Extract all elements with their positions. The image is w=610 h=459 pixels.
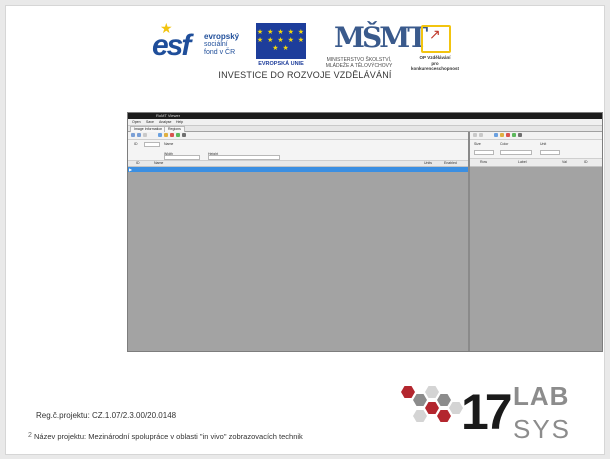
col-enabled[interactable]: Enabled (444, 161, 457, 166)
slide: ★ esf evropský sociální fond v ČR ★ ★ ★ … (5, 5, 605, 455)
label-size: Size (474, 142, 481, 146)
msmt-label: MINISTERSTVO ŠKOLSTVÍ, MLÁDEŽE A TĚLOVÝC… (325, 57, 393, 69)
right-toolbar (470, 132, 602, 140)
id-field[interactable] (144, 142, 160, 147)
col-name[interactable]: Name (154, 161, 163, 166)
arrow-icon: ↗ (429, 26, 441, 42)
lab-number: 17 (461, 384, 513, 440)
col-id[interactable]: ID (584, 160, 588, 165)
row-marker-icon: ▶ (129, 167, 133, 172)
col-row[interactable]: Row (480, 160, 487, 165)
label-name: Name (164, 142, 174, 146)
menu-item-save[interactable]: Save (146, 119, 154, 125)
msmt-mark: MŠMT (334, 21, 428, 54)
menu-item-help[interactable]: Help (176, 119, 183, 125)
left-toolbar (128, 132, 468, 140)
forward-icon[interactable] (137, 133, 141, 137)
app-window: RoMT Viewer Open Save Analyse Help Image… (127, 112, 603, 352)
hexagon-icon (425, 386, 439, 398)
back-icon[interactable] (131, 133, 135, 137)
color-field[interactable] (500, 150, 532, 155)
save-icon[interactable] (176, 133, 180, 137)
forward-icon[interactable] (479, 133, 483, 137)
esf-logo: ★ esf evropský sociální fond v ČR (152, 21, 246, 71)
delete-icon[interactable] (506, 133, 510, 137)
add-icon[interactable] (494, 133, 498, 137)
eu-label: EVROPSKÁ UNIE (258, 61, 304, 67)
page-number: 2 (28, 432, 32, 439)
hexagon-icon (437, 394, 451, 406)
left-pane: ID Name Width Height ID Name Units Enabl… (128, 132, 470, 351)
save-icon[interactable] (512, 133, 516, 137)
menu-item-open[interactable]: Open (132, 119, 141, 125)
esf-text: evropský sociální fond v ČR (204, 32, 240, 57)
col-val[interactable]: Val (562, 160, 567, 165)
delete-icon[interactable] (170, 133, 174, 137)
label-id: ID (134, 142, 138, 146)
op-logo: ↗ OP Vzdělávání pro konkurenceschopnost (407, 25, 463, 71)
add-icon[interactable] (158, 133, 162, 137)
lab-word: LAB (513, 381, 570, 411)
size-field[interactable] (474, 150, 494, 155)
height-field[interactable] (208, 155, 280, 160)
refresh-icon[interactable] (182, 133, 186, 137)
app-tabs: Image Information Regions (128, 126, 602, 132)
hexagon-icon (413, 394, 427, 406)
esf-mark: esf (152, 29, 191, 62)
width-field[interactable] (164, 155, 200, 160)
label-color: Color (500, 142, 509, 146)
tagline: INVESTICE DO ROZVOJE VZDĚLÁVÁNÍ (218, 70, 392, 80)
lab-sys-logo: 17 LAB SYS (395, 380, 595, 450)
col-units[interactable]: Units (424, 161, 432, 166)
refresh-icon[interactable] (518, 133, 522, 137)
project-registration: Reg.č.projektu: CZ.1.07/2.3.00/20.0148 (36, 411, 177, 420)
hexagon-icon (401, 386, 415, 398)
app-menubar: Open Save Analyse Help (128, 119, 602, 126)
hexagon-icon (425, 402, 439, 414)
folder-icon[interactable] (164, 133, 168, 137)
sys-word: SYS (513, 414, 572, 444)
page-icon[interactable] (143, 133, 147, 137)
eu-logo: ★ ★ ★ ★ ★ ★ ★ ★ ★ ★ ★ ★ EVROPSKÁ UNIE (252, 23, 310, 71)
left-form: ID Name Width Height (128, 140, 468, 161)
menu-item-analyse[interactable]: Analyse (159, 119, 171, 125)
col-id[interactable]: ID (136, 161, 140, 166)
col-label[interactable]: Label (518, 160, 527, 165)
project-name: Název projektu: Mezinárodní spolupráce v… (34, 432, 303, 441)
hexagon-icon (413, 410, 427, 422)
folder-icon[interactable] (500, 133, 504, 137)
eu-flag-icon: ★ ★ ★ ★ ★ ★ ★ ★ ★ ★ ★ ★ (256, 23, 306, 59)
label-unit: Unit (540, 142, 547, 146)
right-pane: Size Color Unit Row Label Val ID (470, 132, 602, 351)
right-grid-header: Row Label Val ID (470, 159, 602, 167)
right-form: Size Color Unit (470, 140, 602, 159)
table-row[interactable]: ▶ (128, 167, 468, 172)
msmt-logo: MŠMT MINISTERSTVO ŠKOLSTVÍ, MLÁDEŽE A TĚ… (320, 19, 428, 75)
back-icon[interactable] (473, 133, 477, 137)
unit-field[interactable] (540, 150, 560, 155)
hexagon-icon (437, 410, 451, 422)
